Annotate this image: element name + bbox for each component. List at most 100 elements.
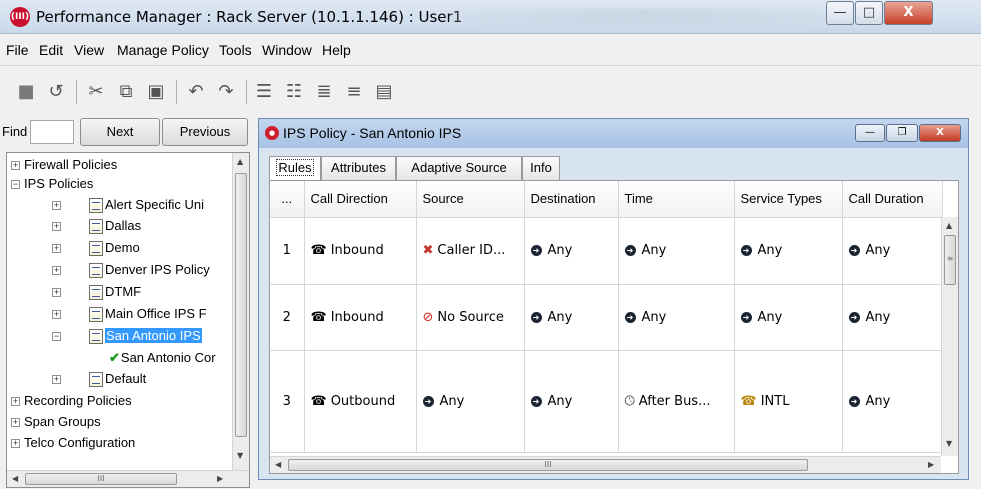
cell-destination[interactable]: ➜ Any xyxy=(524,350,619,453)
expand-icon[interactable]: + xyxy=(11,439,20,449)
tree-item-recording-policies[interactable]: + Recording Policies xyxy=(11,391,132,410)
scroll-up-arrow-icon[interactable]: ▲ xyxy=(237,157,243,166)
table-row[interactable]: 3 ☎ Outbound ➜ Any ➜ Any 🕓︎ After Bus... ☎ IN… xyxy=(270,350,943,453)
menu-manage-policy[interactable]: Manage Policy xyxy=(117,42,209,58)
expand-icon[interactable]: + xyxy=(52,201,61,211)
grid-horizontal-scrollbar[interactable]: ◀ III ▶ xyxy=(270,456,941,473)
cell-time[interactable]: ➜ Any xyxy=(618,284,735,351)
move-down-icon[interactable]: ≡ xyxy=(342,80,366,104)
cell-service-types[interactable]: ☎ INTL xyxy=(734,350,843,453)
column-header-service-types[interactable]: Service Types xyxy=(734,181,843,218)
collapse-icon[interactable]: − xyxy=(11,180,20,190)
policy-restore-button[interactable]: ❐ xyxy=(886,124,918,142)
tree-item-firewall-policies[interactable]: + Firewall Policies xyxy=(11,155,117,174)
scroll-left-arrow-icon[interactable]: ◀ xyxy=(275,460,281,469)
insert-rule-icon[interactable]: ☷ xyxy=(282,80,306,104)
next-button[interactable]: Next xyxy=(80,118,160,146)
grid-vertical-scroll-thumb[interactable]: ≡ xyxy=(944,235,956,285)
scroll-down-arrow-icon[interactable]: ▼ xyxy=(237,451,243,460)
scroll-down-arrow-icon[interactable]: ▼ xyxy=(946,439,952,448)
expand-icon[interactable]: + xyxy=(52,244,61,254)
tab-adaptive-source[interactable]: Adaptive Source xyxy=(396,156,522,180)
tab-attributes[interactable]: Attributes xyxy=(321,156,396,180)
tree-horizontal-scrollbar[interactable]: ◀ III ▶ xyxy=(7,470,249,487)
column-header-source[interactable]: Source xyxy=(416,181,525,218)
undo-icon[interactable]: ↶ xyxy=(184,80,208,104)
find-input[interactable] xyxy=(30,120,74,144)
cell-time[interactable]: 🕓︎ After Bus... xyxy=(618,350,735,453)
cell-service-types[interactable]: ➜ Any xyxy=(734,284,843,351)
policy-close-button[interactable]: X xyxy=(919,124,961,142)
tree-item-telco-configuration[interactable]: + Telco Configuration xyxy=(11,433,135,452)
cell-time[interactable]: ➜ Any xyxy=(618,217,735,285)
expand-icon[interactable]: + xyxy=(52,222,61,232)
cell-source[interactable]: ⊘ No Source xyxy=(416,284,525,351)
tree-item-main-office[interactable]: + Main Office IPS F xyxy=(52,304,207,323)
tree-item-denver[interactable]: + Denver IPS Policy xyxy=(52,260,210,279)
tree-vertical-scrollbar[interactable]: ▲ ▼ xyxy=(232,153,249,470)
cell-call-duration[interactable]: ➜ Any xyxy=(842,350,943,453)
expand-icon[interactable]: + xyxy=(52,375,61,385)
cut-icon[interactable]: ✂ xyxy=(84,80,108,104)
cell-call-direction[interactable]: ☎ Inbound xyxy=(304,284,417,351)
undo-history-icon[interactable]: ↺ xyxy=(44,80,68,104)
maximize-button[interactable]: □ xyxy=(855,1,883,25)
tree-item-dallas[interactable]: + Dallas xyxy=(52,216,141,235)
cell-call-direction[interactable]: ☎ Inbound xyxy=(304,217,417,285)
paste-icon[interactable]: ▣ xyxy=(144,80,168,104)
menu-help[interactable]: Help xyxy=(322,42,351,58)
scroll-left-arrow-icon[interactable]: ◀ xyxy=(12,474,18,483)
cell-destination[interactable]: ➜ Any xyxy=(524,217,619,285)
previous-button[interactable]: Previous xyxy=(162,118,248,146)
cell-destination[interactable]: ➜ Any xyxy=(524,284,619,351)
delete-rule-icon[interactable]: ▤ xyxy=(372,80,396,104)
tree-item-san-antonio[interactable]: − San Antonio IPS xyxy=(52,326,202,345)
tree-item-san-antonio-config[interactable]: ✔San Antonio Cor xyxy=(109,348,216,367)
table-row[interactable]: 1 ☎ Inbound ✖ Caller ID... ➜ Any ➜ Any ➜ Any … xyxy=(270,217,943,285)
column-header-destination[interactable]: Destination xyxy=(524,181,619,218)
expand-icon[interactable]: + xyxy=(11,397,20,407)
expand-icon[interactable]: + xyxy=(11,418,20,428)
scroll-up-arrow-icon[interactable]: ▲ xyxy=(946,221,952,230)
add-rule-icon[interactable]: ☰ xyxy=(252,80,276,104)
cell-call-duration[interactable]: ➜ Any xyxy=(842,284,943,351)
menu-window[interactable]: Window xyxy=(262,42,312,58)
redo-icon[interactable]: ↷ xyxy=(214,80,238,104)
policy-minimize-button[interactable]: — xyxy=(855,124,885,142)
menu-tools[interactable]: Tools xyxy=(219,42,252,58)
menu-file[interactable]: File xyxy=(6,42,29,58)
menu-edit[interactable]: Edit xyxy=(39,42,63,58)
save-icon[interactable]: ■ xyxy=(14,80,38,104)
tab-info[interactable]: Info xyxy=(522,156,560,180)
tree-item-demo[interactable]: + Demo xyxy=(52,238,140,257)
cell-service-types[interactable]: ➜ Any xyxy=(734,217,843,285)
menu-view[interactable]: View xyxy=(74,42,104,58)
close-button[interactable]: X xyxy=(884,1,933,25)
move-up-icon[interactable]: ≣ xyxy=(312,80,336,104)
tree-item-alert-specific[interactable]: + Alert Specific Uni xyxy=(52,195,204,214)
column-header-call-direction[interactable]: Call Direction xyxy=(304,181,417,218)
tree-item-ips-policies[interactable]: − IPS Policies xyxy=(11,174,93,193)
policy-tree[interactable]: + Firewall Policies − IPS Policies + Alert … xyxy=(6,152,250,488)
tree-item-default[interactable]: + Default xyxy=(52,369,146,388)
cell-source[interactable]: ➜ Any xyxy=(416,350,525,453)
tree-vertical-scroll-thumb[interactable] xyxy=(235,173,247,437)
cell-call-duration[interactable]: ➜ Any xyxy=(842,217,943,285)
grid-horizontal-scroll-thumb[interactable]: III xyxy=(288,459,808,471)
column-header-call-duration[interactable]: Call Duration xyxy=(842,181,943,218)
copy-icon[interactable]: ⧉ xyxy=(114,80,138,104)
expand-icon[interactable]: + xyxy=(52,288,61,298)
scroll-right-arrow-icon[interactable]: ▶ xyxy=(928,460,934,469)
grid-vertical-scrollbar[interactable]: ▲ ≡ ▼ xyxy=(941,217,958,456)
scroll-right-arrow-icon[interactable]: ▶ xyxy=(217,474,223,483)
collapse-icon[interactable]: − xyxy=(52,332,61,342)
tree-horizontal-scroll-thumb[interactable]: III xyxy=(25,473,177,485)
expand-icon[interactable]: + xyxy=(52,266,61,276)
tab-rules[interactable]: Rules xyxy=(269,156,321,181)
tree-item-span-groups[interactable]: + Span Groups xyxy=(11,412,101,431)
tree-item-dtmf[interactable]: + DTMF xyxy=(52,282,141,301)
cell-source[interactable]: ✖ Caller ID... xyxy=(416,217,525,285)
column-header-time[interactable]: Time xyxy=(618,181,735,218)
expand-icon[interactable]: + xyxy=(52,310,61,320)
table-row[interactable]: 2 ☎ Inbound ⊘ No Source ➜ Any ➜ Any ➜ Any ➜ An… xyxy=(270,284,943,351)
